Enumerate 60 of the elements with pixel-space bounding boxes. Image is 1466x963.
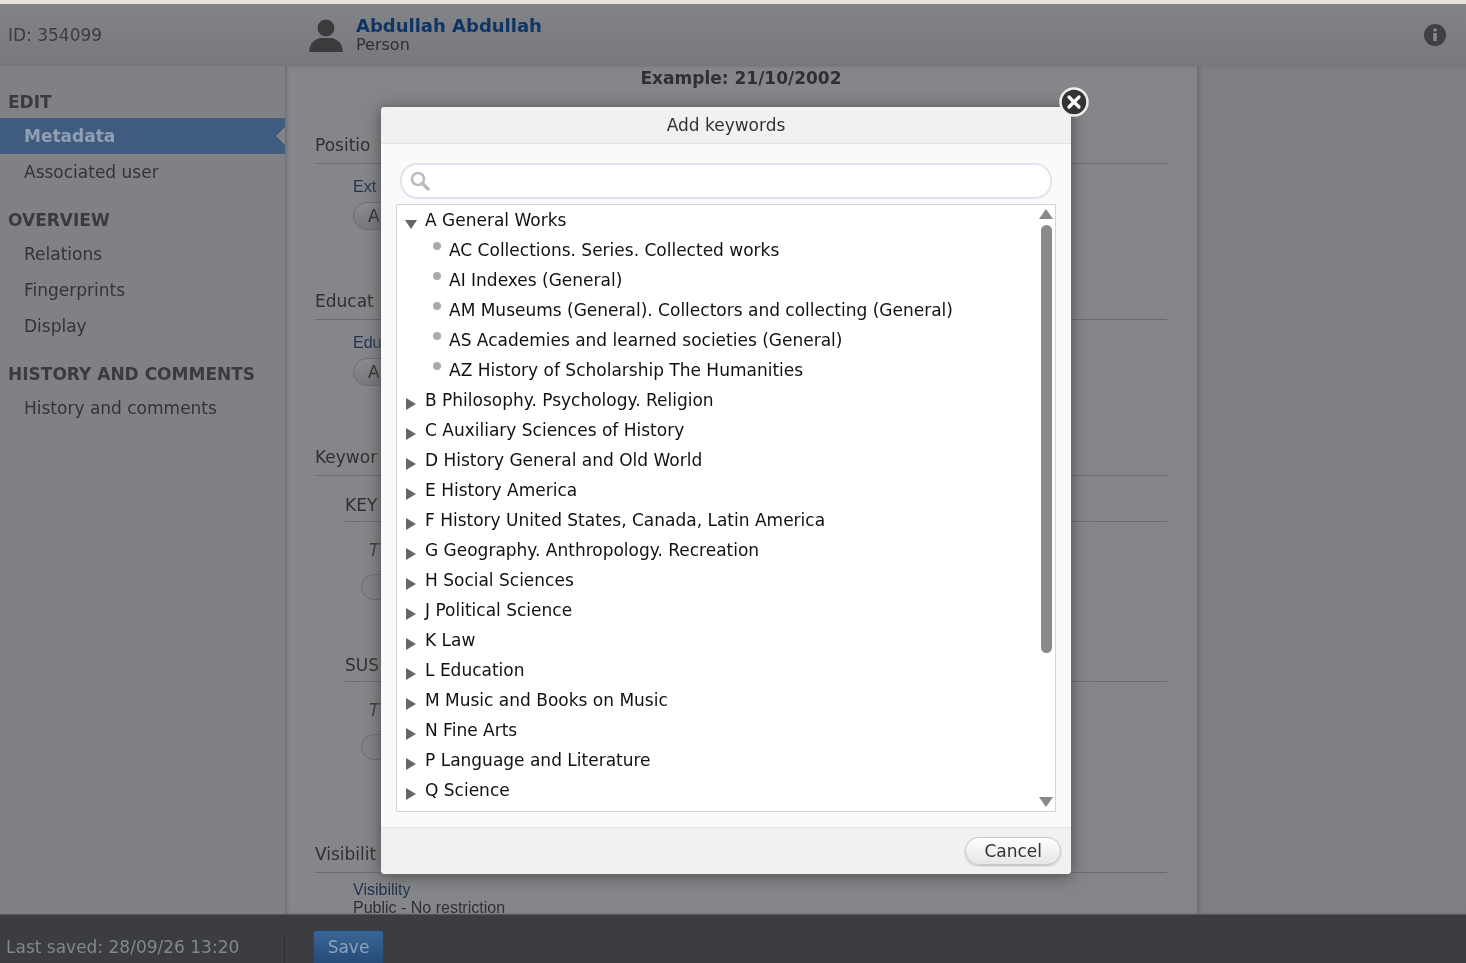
caret-right-icon[interactable] [405,578,417,590]
caret-right-icon[interactable] [405,758,417,770]
hint-text: T [369,540,380,560]
caret-right-icon[interactable] [405,518,417,530]
last-saved-text: Last saved: 28/09/26 13:20 [0,937,285,963]
caret-down-icon[interactable] [405,218,417,230]
caret-right-icon[interactable] [405,638,417,650]
field-label: Edu [353,334,382,352]
scrollbar-thumb[interactable] [1040,225,1052,653]
caret-right-icon[interactable] [405,668,417,680]
dialog-title: Add keywords [381,107,1071,144]
tree-item[interactable]: AI Indexes (General) [449,270,623,290]
search-icon [410,171,430,191]
sidebar-heading: EDIT [7,92,53,112]
tree-item[interactable]: H Social Sciences [425,570,574,590]
scroll-up-icon[interactable] [1039,209,1053,219]
tree-item[interactable]: P Language and Literature [425,750,651,770]
tree-item[interactable]: B Philosophy. Psychology. Religion [425,390,714,410]
sidebar-heading: HISTORY AND COMMENTS [7,364,257,384]
record-type: Person [356,35,411,54]
tree-item[interactable]: M Music and Books on Music [425,690,668,710]
caret-right-icon[interactable] [405,458,417,470]
tree-item[interactable]: C Auxiliary Sciences of History [425,420,685,440]
hint-text: T [369,700,380,720]
caret-right-icon[interactable] [405,398,417,410]
caret-right-icon[interactable] [405,788,417,800]
caret-right-icon[interactable] [405,608,417,620]
sidebar-heading: OVERVIEW [7,210,111,230]
tree-item[interactable]: A General Works [425,210,567,230]
field-label: Ext [353,178,377,196]
tree-item[interactable]: AC Collections. Series. Collected works [449,240,780,260]
tree-item[interactable]: N Fine Arts [425,720,518,740]
date-example: Example: 21/10/2002 [640,68,842,88]
tree-item[interactable]: AS Academies and learned societies (General) [449,330,843,350]
field-value: Public - No restriction [353,899,506,914]
cancel-button[interactable]: Cancel [965,837,1061,865]
tree-item[interactable]: J Political Science [425,600,573,620]
tree-item[interactable]: G Geography. Anthropology. Recreation [425,540,760,560]
tree-item[interactable]: AZ History of Scholarship The Humanities [449,360,804,380]
tree-item[interactable]: Q Science [425,780,510,800]
tree-item[interactable]: E History America [425,480,578,500]
tree-item[interactable]: D History General and Old World [425,450,703,470]
bullet-icon [433,302,441,310]
scroll-down-icon[interactable] [1039,797,1053,807]
field-label: Visibility [353,881,411,899]
bullet-icon [433,272,441,280]
info-icon[interactable] [1424,24,1446,46]
caret-right-icon[interactable] [405,488,417,500]
tree-item[interactable]: L Education [425,660,525,680]
bullet-icon [433,362,441,370]
caret-right-icon[interactable] [405,698,417,710]
tree-item[interactable]: AM Museums (General). Collectors and collecting (General) [449,300,953,320]
bullet-icon [433,332,441,340]
person-icon [308,18,344,52]
caret-right-icon[interactable] [405,548,417,560]
search-field[interactable] [400,163,1052,199]
record-id: ID: 354099 [7,25,104,45]
bullet-icon [433,242,441,250]
caret-right-icon[interactable] [405,728,417,740]
caret-right-icon[interactable] [405,428,417,440]
